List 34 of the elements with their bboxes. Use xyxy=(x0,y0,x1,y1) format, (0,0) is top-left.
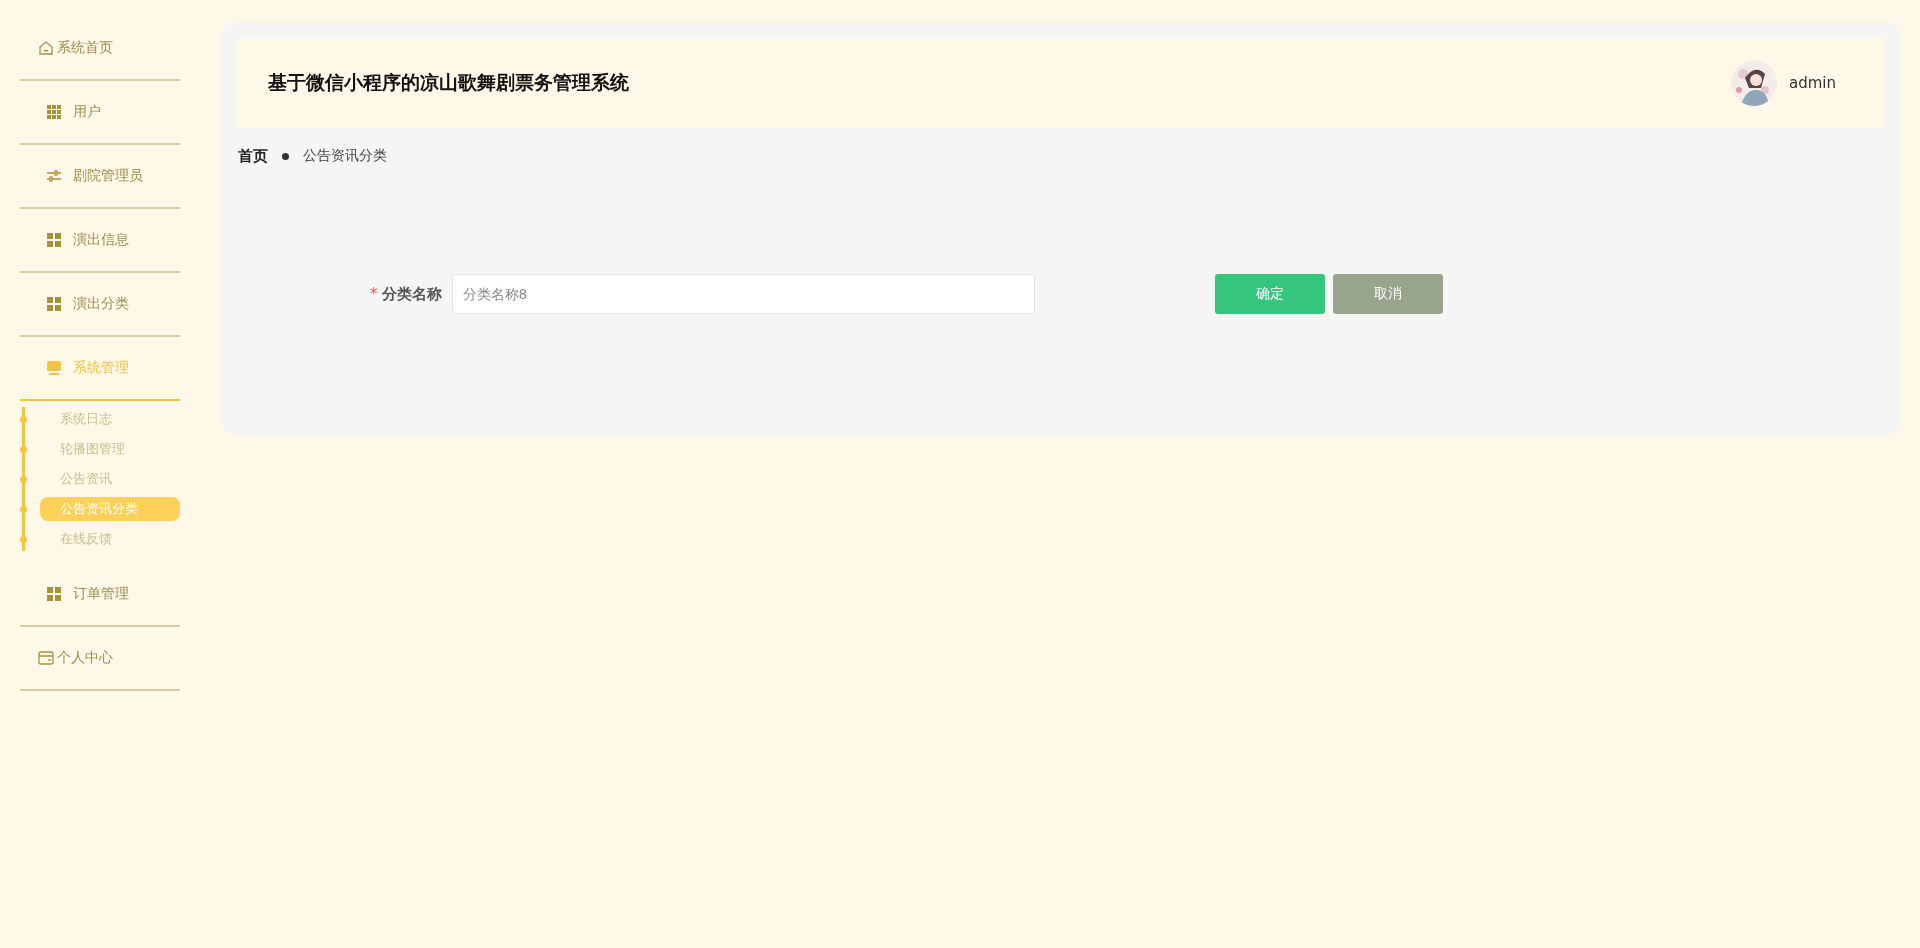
user-name[interactable]: admin xyxy=(1789,74,1836,92)
monitor-icon xyxy=(47,361,61,375)
sidebar-item[interactable]: 剧院管理员 xyxy=(20,145,180,209)
required-mark: * xyxy=(370,285,378,303)
timeline-dot xyxy=(20,446,27,453)
timeline-dot xyxy=(20,536,27,543)
sidebar-item[interactable]: 用户 xyxy=(20,81,180,145)
input-field[interactable]: 分类名称8 xyxy=(451,274,1035,314)
sidebar-item[interactable]: 演出分类 xyxy=(20,273,180,337)
breadcrumb-link[interactable]: 公告资讯分类 xyxy=(303,147,387,165)
grid-icon xyxy=(47,105,61,119)
grid-icon xyxy=(47,587,61,601)
field-label: 分类名称 xyxy=(381,284,442,304)
submenu-item[interactable]: 公告资讯 xyxy=(40,467,180,491)
confirm-button[interactable]: 确定 xyxy=(1214,274,1325,314)
grid-icon xyxy=(47,233,61,247)
sidebar-item[interactable]: 个人中心 xyxy=(20,627,180,691)
home-icon xyxy=(38,40,54,56)
timeline-dot xyxy=(20,476,27,483)
submenu-item[interactable]: 在线反馈 xyxy=(40,527,180,551)
timeline-dot xyxy=(20,506,27,513)
cancel-button[interactable]: 取消 xyxy=(1332,274,1443,314)
grid-icon xyxy=(47,297,61,311)
timeline-dot xyxy=(20,416,27,423)
sidebar-item[interactable]: 系统首页 xyxy=(20,17,180,81)
sidebar-item[interactable]: 订单管理 xyxy=(20,563,180,627)
submenu-item[interactable]: 系统日志 xyxy=(40,407,180,431)
wallet-icon xyxy=(38,651,54,665)
sidebar-item[interactable]: 演出信息 xyxy=(20,209,180,273)
breadcrumb-link[interactable]: 首页 xyxy=(238,146,268,166)
breadcrumb-separator xyxy=(282,152,289,160)
sliders-icon xyxy=(47,170,61,182)
app-title: 基于微信小程序的凉山歌舞剧票务管理系统 xyxy=(268,70,629,95)
submenu-item[interactable]: 轮播图管理 xyxy=(40,437,180,461)
